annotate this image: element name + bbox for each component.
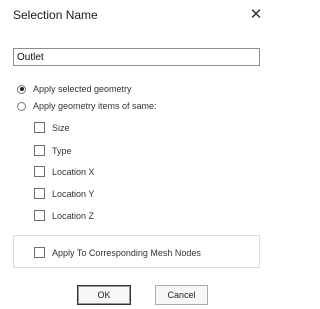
checkbox-label: Apply To Corresponding Mesh Nodes <box>52 247 201 258</box>
radio-label: Apply selected geometry <box>33 84 132 94</box>
checkbox-location-y[interactable]: Location Y <box>34 188 94 199</box>
ok-button[interactable]: OK <box>77 285 131 305</box>
checkbox-label: Type <box>52 145 72 156</box>
checkbox-label: Location X <box>52 166 95 177</box>
checkbox-label: Location Y <box>52 188 95 199</box>
checkbox-box[interactable] <box>34 145 45 156</box>
dialog-title: Selection Name <box>13 8 98 22</box>
checkbox-box[interactable] <box>34 247 45 258</box>
checkbox-label: Size <box>52 122 70 133</box>
radio-label: Apply geometry items of same: <box>33 101 157 111</box>
checkbox-label: Location Z <box>52 210 95 221</box>
selection-name-dialog: Selection Name ✕ Apply selected geometry… <box>0 0 275 309</box>
checkbox-location-z[interactable]: Location Z <box>34 210 94 221</box>
title-bar: Selection Name ✕ <box>0 0 275 32</box>
checkbox-box[interactable] <box>34 166 45 177</box>
radio-button[interactable] <box>17 101 26 111</box>
radio-button[interactable] <box>17 84 26 94</box>
checkbox-box[interactable] <box>34 122 45 133</box>
checkbox-box[interactable] <box>34 188 45 199</box>
radio-apply-selected-geometry[interactable]: Apply selected geometry <box>17 84 132 94</box>
checkbox-apply-to-mesh-nodes[interactable]: Apply To Corresponding Mesh Nodes <box>34 247 201 258</box>
checkbox-location-x[interactable]: Location X <box>34 166 95 177</box>
checkbox-box[interactable] <box>34 210 45 221</box>
radio-apply-geometry-items-of-same[interactable]: Apply geometry items of same: <box>17 101 157 111</box>
cancel-button[interactable]: Cancel <box>155 285 208 305</box>
selection-name-input[interactable] <box>13 48 260 66</box>
checkbox-type[interactable]: Type <box>34 145 72 156</box>
checkbox-size[interactable]: Size <box>34 122 70 133</box>
close-icon[interactable]: ✕ <box>245 4 267 26</box>
